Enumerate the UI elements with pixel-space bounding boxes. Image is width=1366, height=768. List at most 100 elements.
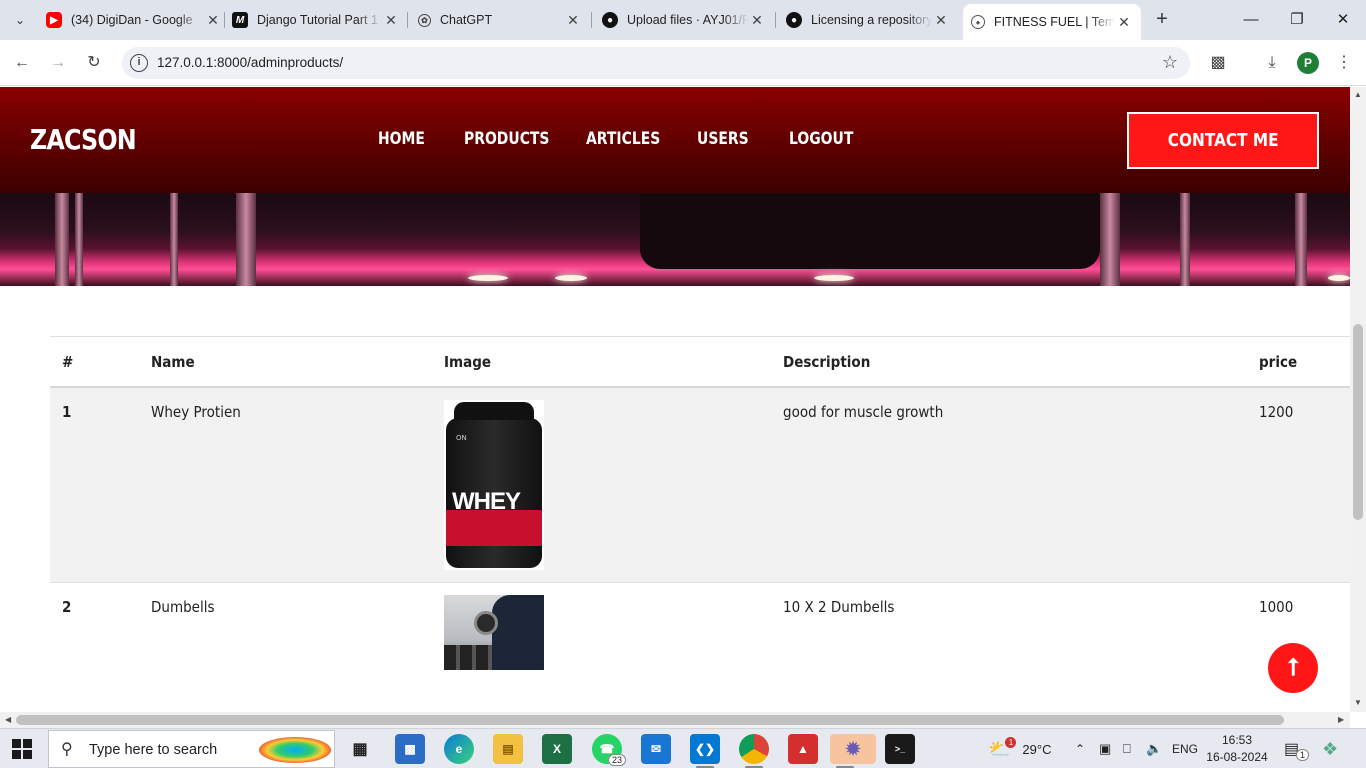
weather-alert-badge: 1	[1005, 736, 1017, 748]
product-description: 10 X 2 Dumbells	[783, 598, 895, 616]
hero-gym-banner-image	[0, 193, 1350, 286]
chrome-icon[interactable]	[739, 734, 769, 768]
back-arrow-icon[interactable]: ←	[10, 51, 34, 75]
browser-tab[interactable]: ● Licensing a repository ✕	[786, 6, 950, 34]
horizontal-scroll-thumb[interactable]	[16, 715, 1284, 725]
forward-arrow-icon[interactable]: →	[46, 51, 70, 75]
file-explorer-icon[interactable]: ▤	[493, 734, 523, 764]
table-row: 1 Whey Protien ON WHEY good for muscle g…	[50, 386, 1350, 583]
site-logo[interactable]: ZACSON	[30, 123, 137, 156]
search-icon: ⚲	[61, 741, 73, 758]
scroll-down-arrow-icon[interactable]: ▼	[1350, 698, 1366, 707]
pdf-reader-icon[interactable]: ▲	[788, 734, 818, 764]
arrow-up-icon: ⭡	[1287, 654, 1299, 681]
edge-browser-icon[interactable]: e	[444, 734, 474, 764]
gym-pole	[236, 193, 256, 286]
close-tab-icon[interactable]: ✕	[564, 12, 582, 29]
back-to-top-button[interactable]: ⭡	[1268, 643, 1318, 693]
gym-pole	[170, 193, 178, 286]
browser-tab[interactable]: ✿ ChatGPT ✕	[418, 6, 582, 34]
site-info-icon[interactable]: i	[130, 54, 148, 72]
close-tab-icon[interactable]: ✕	[382, 12, 400, 29]
close-tab-icon[interactable]: ✕	[932, 12, 950, 29]
row-id: 1	[62, 402, 72, 421]
python-idle-icon[interactable]: ✹	[830, 734, 876, 768]
nav-products[interactable]: PRODUCTS	[464, 129, 549, 149]
notification-count-badge: 1	[1296, 749, 1310, 761]
tab-title: ChatGPT	[440, 13, 493, 27]
chatgpt-icon: ✿	[418, 13, 431, 27]
microsoft-store-icon[interactable]: ▩	[395, 734, 425, 764]
browser-tab-active[interactable]: ● FITNESS FUEL | Templ ✕	[963, 4, 1141, 40]
tab-search-chevron-icon[interactable]: ⌄	[8, 8, 32, 32]
taskbar-search-box[interactable]: ⚲ Type here to search	[48, 730, 335, 768]
horizontal-scrollbar[interactable]: ◀ ▶	[0, 712, 1350, 728]
browser-tab[interactable]: ● Upload files · AYJ01/F ✕	[602, 6, 766, 34]
task-view-icon[interactable]: ▦	[345, 734, 375, 764]
tab-divider	[224, 12, 225, 28]
reload-icon[interactable]: ↻	[82, 51, 106, 75]
contact-me-label: CONTACT ME	[1167, 130, 1279, 151]
bookmark-star-icon[interactable]: ☆	[1162, 52, 1178, 73]
gym-pole	[1180, 193, 1190, 286]
products-table: # Name Image Description price 1 Whey Pr…	[50, 336, 1350, 703]
url-text[interactable]: 127.0.0.1:8000/adminproducts/	[157, 55, 343, 70]
nav-users[interactable]: USERS	[697, 129, 749, 149]
close-tab-icon[interactable]: ✕	[748, 12, 766, 29]
medium-icon: M	[232, 12, 248, 28]
product-image-cell: ON WHEY	[432, 387, 771, 583]
downloads-icon[interactable]: ⤓	[1261, 52, 1283, 74]
mail-icon[interactable]: ✉	[641, 734, 671, 764]
system-clock[interactable]: 16:53 16-08-2024	[1206, 732, 1268, 766]
gym-pole	[75, 193, 83, 286]
clock-date: 16-08-2024	[1206, 750, 1268, 764]
close-tab-icon[interactable]: ✕	[1115, 14, 1133, 31]
language-indicator[interactable]: ENG	[1172, 729, 1198, 768]
contact-me-button[interactable]: CONTACT ME	[1127, 112, 1319, 169]
browser-menu-kebab-icon[interactable]: ⋮	[1333, 52, 1355, 74]
close-tab-icon[interactable]: ✕	[204, 12, 222, 29]
nav-home[interactable]: HOME	[378, 129, 425, 149]
tab-title: (34) DigiDan - Google	[71, 13, 193, 27]
product-name: Dumbells	[151, 598, 215, 616]
weather-widget[interactable]: ⛅ 1 29°C	[988, 729, 1051, 768]
excel-icon[interactable]: X	[542, 734, 572, 764]
vscode-icon[interactable]: ❮❯	[690, 734, 720, 768]
restore-icon[interactable]: ❐	[1274, 6, 1320, 34]
tab-title: Licensing a repository	[811, 13, 932, 27]
browser-tab[interactable]: ▶ (34) DigiDan - Google ✕	[46, 6, 222, 34]
table-header-row: # Name Image Description price	[50, 336, 1350, 387]
scroll-left-arrow-icon[interactable]: ◀	[5, 715, 11, 724]
search-highlight-image	[259, 737, 331, 763]
vertical-scroll-thumb[interactable]	[1353, 324, 1363, 520]
address-bar[interactable]: i 127.0.0.1:8000/adminproducts/ ☆	[122, 47, 1190, 79]
whatsapp-icon[interactable]: ☎ 23	[592, 734, 626, 766]
new-tab-plus-icon[interactable]: +	[1150, 8, 1174, 32]
show-hidden-icons-chevron-icon[interactable]: ⌃	[1075, 729, 1085, 768]
meet-now-icon[interactable]: ▣	[1099, 729, 1111, 768]
browser-tab[interactable]: M Django Tutorial Part 1 ✕	[232, 6, 400, 34]
scroll-up-arrow-icon[interactable]: ▲	[1350, 90, 1366, 99]
close-window-icon[interactable]: ✕	[1320, 6, 1366, 34]
scroll-right-arrow-icon[interactable]: ▶	[1338, 715, 1344, 724]
terminal-icon[interactable]: >_	[885, 734, 915, 764]
volume-muted-icon[interactable]: 🔈	[1146, 729, 1162, 768]
vertical-scrollbar[interactable]: ▲ ▼	[1350, 87, 1366, 712]
minimize-icon[interactable]: —	[1228, 6, 1274, 34]
gym-pole	[1100, 193, 1120, 286]
page-viewport: ZACSON HOME PRODUCTS ARTICLES USERS LOGO…	[0, 87, 1350, 712]
windows-start-icon[interactable]	[12, 739, 32, 759]
nav-logout[interactable]: LOGOUT	[789, 129, 853, 149]
github-icon: ●	[786, 12, 802, 28]
copilot-icon[interactable]: ❖	[1322, 729, 1338, 768]
extensions-puzzle-icon[interactable]: ▩	[1207, 52, 1229, 74]
tab-title: FITNESS FUEL | Templ	[994, 15, 1115, 29]
notification-center-icon[interactable]: ▤ 1	[1284, 729, 1310, 768]
nav-articles[interactable]: ARTICLES	[586, 129, 660, 149]
site-header: ZACSON HOME PRODUCTS ARTICLES USERS LOGO…	[0, 87, 1350, 193]
network-icon[interactable]: ⎕	[1123, 729, 1131, 768]
weather-cloud-sun-icon: ⛅ 1	[988, 736, 1017, 760]
tab-title: Django Tutorial Part 1	[257, 13, 378, 27]
whey-protein-image: ON WHEY	[444, 399, 544, 570]
profile-avatar[interactable]: P	[1297, 52, 1319, 74]
